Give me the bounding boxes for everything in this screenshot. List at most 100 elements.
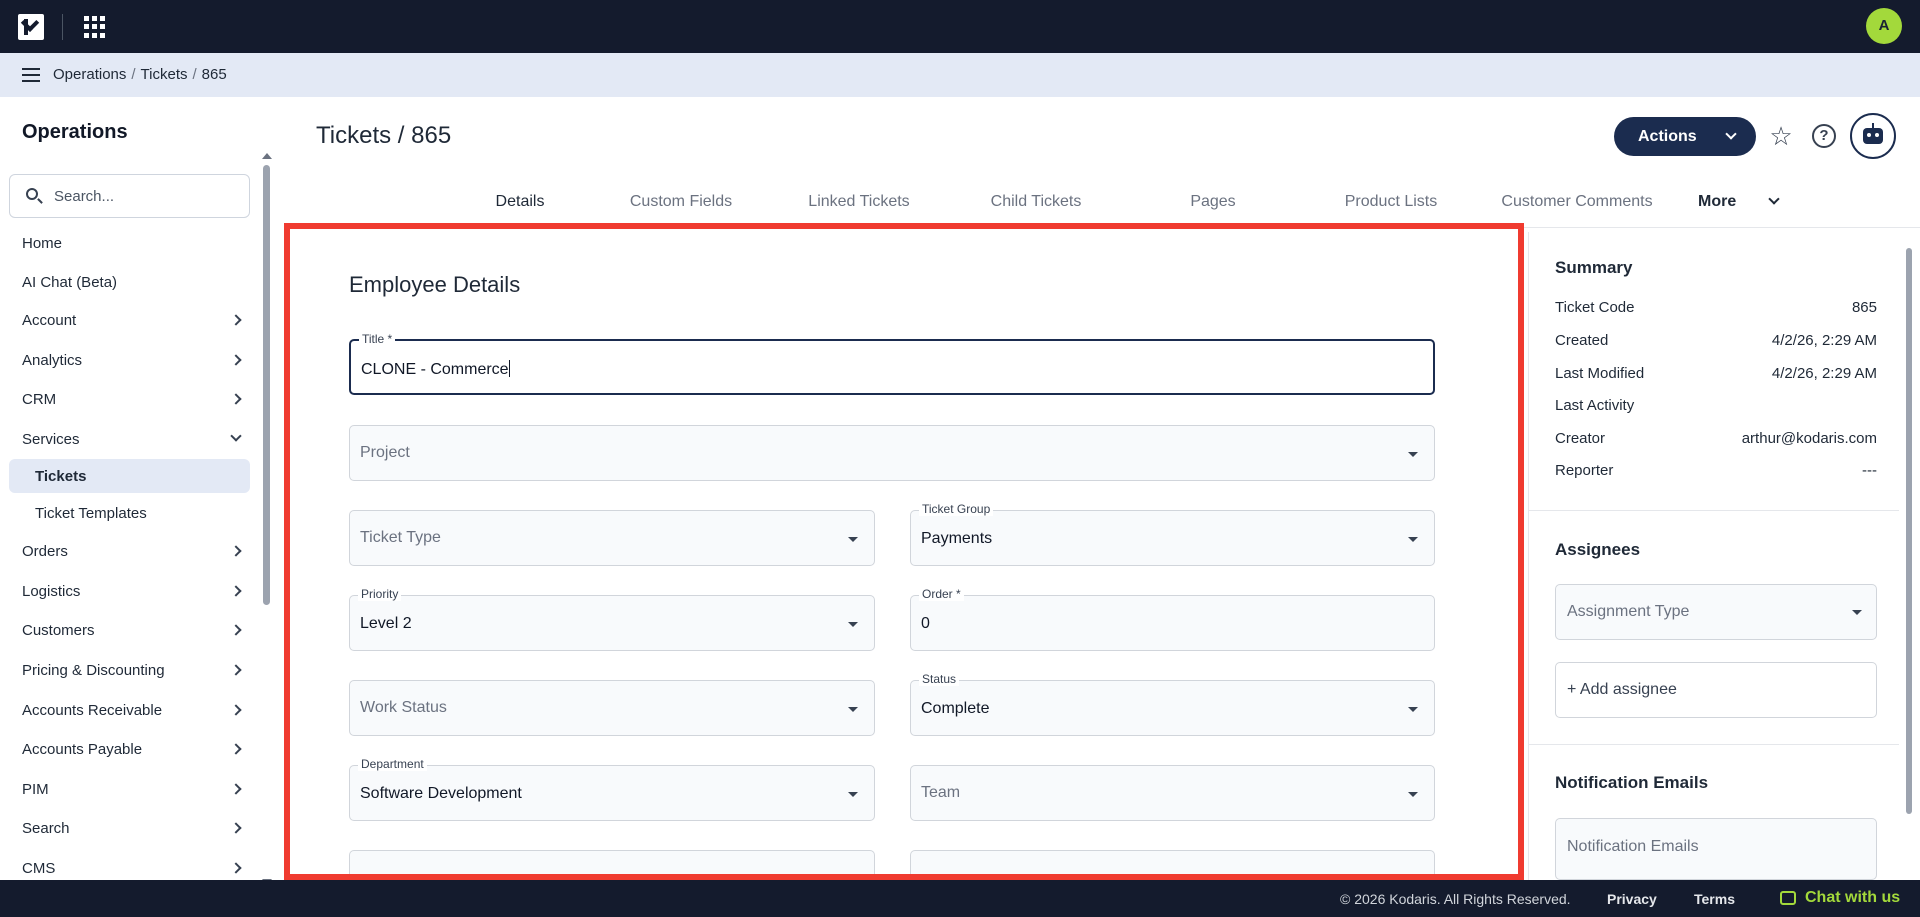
status-value: Complete bbox=[921, 700, 990, 717]
sidebar-subitem-ticket-templates[interactable]: Ticket Templates bbox=[35, 505, 147, 522]
order-label: Order * bbox=[919, 587, 964, 601]
notification-emails-input[interactable]: Notification Emails bbox=[1555, 818, 1877, 880]
dropdown-arrow-icon bbox=[1852, 610, 1862, 615]
tab-child-tickets[interactable]: Child Tickets bbox=[961, 193, 1111, 211]
sidebar-item-logistics[interactable]: Logistics bbox=[22, 581, 242, 603]
sidebar-item-label: PIM bbox=[22, 781, 49, 798]
footer: © 2026 Kodaris. All Rights Reserved. Pri… bbox=[0, 880, 1920, 917]
sidebar-item-cms[interactable]: CMS bbox=[22, 858, 242, 880]
assignment-type-placeholder: Assignment Type bbox=[1567, 603, 1690, 620]
sidebar-item-label: Home bbox=[22, 235, 63, 252]
chevron-right-icon bbox=[230, 545, 242, 557]
tab-linked-tickets[interactable]: Linked Tickets bbox=[784, 193, 934, 211]
sidebar-item-label: Orders bbox=[22, 543, 68, 560]
breadcrumb-item-tickets[interactable]: Tickets bbox=[141, 66, 188, 83]
sidebar-item-analytics[interactable]: Analytics bbox=[22, 350, 242, 372]
tab-customer-comments[interactable]: Customer Comments bbox=[1477, 193, 1677, 211]
title-field[interactable]: Title * CLONE - Commerce bbox=[349, 332, 1435, 395]
summary-title: Summary bbox=[1555, 258, 1633, 277]
chevron-right-icon bbox=[230, 862, 242, 874]
assignment-type-select[interactable]: Assignment Type bbox=[1555, 584, 1877, 640]
tab-custom-fields[interactable]: Custom Fields bbox=[606, 193, 756, 211]
sidebar-item-services[interactable]: Services bbox=[22, 429, 242, 451]
dropdown-arrow-icon bbox=[1408, 707, 1418, 712]
ticket-type-placeholder: Ticket Type bbox=[360, 529, 441, 546]
dropdown-arrow-icon bbox=[848, 622, 858, 627]
tab-product-lists[interactable]: Product Lists bbox=[1316, 193, 1466, 211]
chevron-right-icon bbox=[230, 393, 242, 405]
actions-button[interactable]: Actions bbox=[1614, 117, 1756, 156]
sidebar-subitem-tickets[interactable]: Tickets bbox=[35, 468, 86, 485]
side-panel-scrollbar[interactable] bbox=[1905, 234, 1913, 874]
robot-icon bbox=[1863, 128, 1883, 144]
tab-details[interactable]: Details bbox=[463, 193, 577, 211]
avatar[interactable]: A bbox=[1866, 8, 1902, 44]
ticket-group-select[interactable]: Ticket Group Payments bbox=[910, 502, 1435, 566]
menu-icon[interactable] bbox=[22, 68, 40, 82]
start-date-field[interactable] bbox=[349, 850, 875, 874]
sidebar-item-label: Accounts Payable bbox=[22, 741, 143, 758]
department-select[interactable]: Department Software Development bbox=[349, 757, 875, 821]
end-date-field[interactable] bbox=[910, 850, 1435, 874]
ticket-group-value: Payments bbox=[921, 530, 993, 547]
search-input[interactable]: Search... bbox=[9, 174, 250, 218]
sidebar-item-orders[interactable]: Orders bbox=[22, 541, 242, 563]
work-status-select[interactable]: Work Status bbox=[349, 680, 875, 736]
search-placeholder: Search... bbox=[54, 188, 115, 205]
summary-row: Reporter --- bbox=[1555, 462, 1877, 479]
sidebar-item-pim[interactable]: PIM bbox=[22, 779, 242, 801]
scroll-up-icon[interactable] bbox=[262, 153, 272, 159]
tab-more[interactable]: More bbox=[1698, 193, 1780, 211]
sidebar-item-accounts-payable[interactable]: Accounts Payable bbox=[22, 739, 242, 761]
sidebar-item-ai-chat[interactable]: AI Chat (Beta) bbox=[22, 272, 240, 294]
breadcrumb-item-operations[interactable]: Operations bbox=[53, 66, 126, 83]
search-icon bbox=[26, 188, 38, 200]
sidebar-item-pricing[interactable]: Pricing & Discounting bbox=[22, 660, 242, 682]
sidebar-item-customers[interactable]: Customers bbox=[22, 620, 242, 642]
add-assignee-label: + Add assignee bbox=[1567, 681, 1677, 698]
status-select[interactable]: Status Complete bbox=[910, 672, 1435, 736]
sidebar-item-home[interactable]: Home bbox=[22, 233, 240, 255]
dropdown-arrow-icon bbox=[1408, 792, 1418, 797]
star-icon[interactable]: ☆ bbox=[1766, 121, 1796, 151]
dropdown-arrow-icon bbox=[848, 792, 858, 797]
sidebar-scrollbar[interactable] bbox=[262, 153, 272, 885]
sidebar-item-account[interactable]: Account bbox=[22, 310, 242, 332]
terms-link[interactable]: Terms bbox=[1694, 891, 1735, 907]
priority-select[interactable]: Priority Level 2 bbox=[349, 587, 875, 651]
sidebar-item-label: CMS bbox=[22, 860, 56, 877]
divider bbox=[62, 14, 63, 40]
summary-row: Last Modified 4/2/26, 2:29 AM bbox=[1555, 365, 1877, 382]
chat-with-us-button[interactable]: Chat with us bbox=[1780, 889, 1900, 907]
notification-emails-title: Notification Emails bbox=[1555, 773, 1709, 792]
sidebar-item-accounts-receivable[interactable]: Accounts Receivable bbox=[22, 700, 242, 722]
privacy-link[interactable]: Privacy bbox=[1607, 891, 1657, 907]
project-select[interactable]: Project bbox=[349, 425, 1435, 481]
department-value: Software Development bbox=[360, 785, 522, 802]
team-select[interactable]: Team bbox=[910, 765, 1435, 821]
kodaris-logo-icon[interactable] bbox=[18, 14, 44, 40]
chevron-right-icon bbox=[230, 743, 242, 755]
ticket-type-select[interactable]: Ticket Type bbox=[349, 510, 875, 566]
ticket-group-label: Ticket Group bbox=[919, 502, 994, 516]
actions-label: Actions bbox=[1638, 128, 1697, 145]
order-field[interactable]: Order * 0 bbox=[910, 587, 1435, 651]
chevron-right-icon bbox=[230, 704, 242, 716]
dropdown-arrow-icon bbox=[848, 707, 858, 712]
sidebar-item-label: Services bbox=[22, 431, 80, 448]
chevron-right-icon bbox=[230, 314, 242, 326]
scrollbar-thumb[interactable] bbox=[263, 165, 270, 605]
add-assignee-button[interactable]: + Add assignee bbox=[1555, 662, 1877, 718]
sidebar-item-crm[interactable]: CRM bbox=[22, 389, 242, 411]
department-label: Department bbox=[358, 757, 427, 771]
apps-grid-icon[interactable] bbox=[84, 16, 106, 38]
order-value: 0 bbox=[921, 615, 930, 632]
sidebar-title: Operations bbox=[22, 121, 128, 143]
tab-pages[interactable]: Pages bbox=[1138, 193, 1288, 211]
sidebar-item-label: Accounts Receivable bbox=[22, 702, 163, 719]
sidebar-item-search[interactable]: Search bbox=[22, 818, 242, 840]
sidebar-item-label: CRM bbox=[22, 391, 57, 408]
ai-assistant-button[interactable] bbox=[1850, 113, 1896, 159]
scrollbar-thumb[interactable] bbox=[1906, 248, 1912, 814]
help-icon[interactable]: ? bbox=[1812, 124, 1836, 148]
